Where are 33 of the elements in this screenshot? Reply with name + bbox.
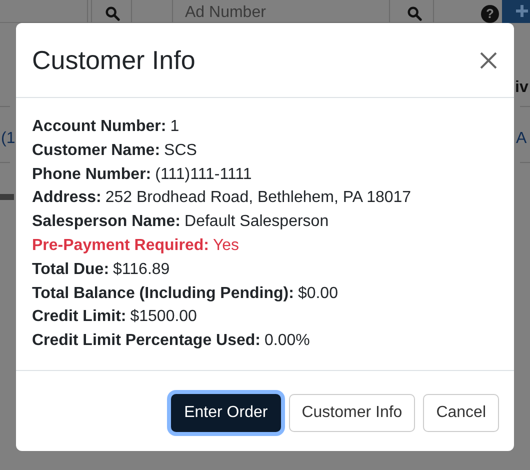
field-value: (111)111-1111 (155, 164, 252, 185)
field-value: $0.00 (298, 284, 338, 304)
field-value: $116.89 (113, 260, 170, 280)
table-cell-text: (1 (1, 129, 16, 149)
add-button[interactable] (502, 0, 530, 23)
field-label: Address: (32, 188, 102, 208)
dialog-title: Customer Info (32, 44, 196, 77)
field-value: 252 Brodhead Road, Bethlehem, PA 18017 (105, 188, 412, 208)
field-value: Default Salesperson (184, 212, 329, 232)
dialog-button[interactable]: Cancel (423, 394, 499, 432)
field-label: Total Balance (Including Pending): (32, 284, 294, 304)
search-icon[interactable] (407, 6, 422, 21)
field-value: SCS (164, 140, 197, 161)
field-label: Salesperson Name: (32, 212, 181, 232)
field-value: Yes (212, 236, 240, 256)
search-icon[interactable] (105, 6, 120, 21)
scrollbar-thumb[interactable] (0, 194, 14, 200)
field-label: Credit Limit Percentage Used: (32, 331, 260, 352)
dialog-button[interactable]: Customer Info (288, 394, 416, 432)
help-button[interactable]: ? (481, 5, 499, 23)
close-icon[interactable] (480, 52, 497, 68)
field-value: 0.00% (264, 331, 310, 352)
field-label: Total Due: (32, 260, 110, 280)
field-label: Phone Number: (32, 164, 152, 185)
field-value: 1 (170, 117, 180, 137)
table-cell-text: A (516, 129, 527, 149)
field-label: Credit Limit: (32, 307, 126, 328)
column-header: iv (515, 78, 528, 98)
field-value: $1500.00 (130, 307, 197, 328)
field-label: Customer Name: (32, 140, 160, 161)
field-label: Pre-Payment Required: (32, 236, 209, 256)
plus-icon (516, 5, 528, 17)
field-label: Account Number: (32, 117, 166, 137)
